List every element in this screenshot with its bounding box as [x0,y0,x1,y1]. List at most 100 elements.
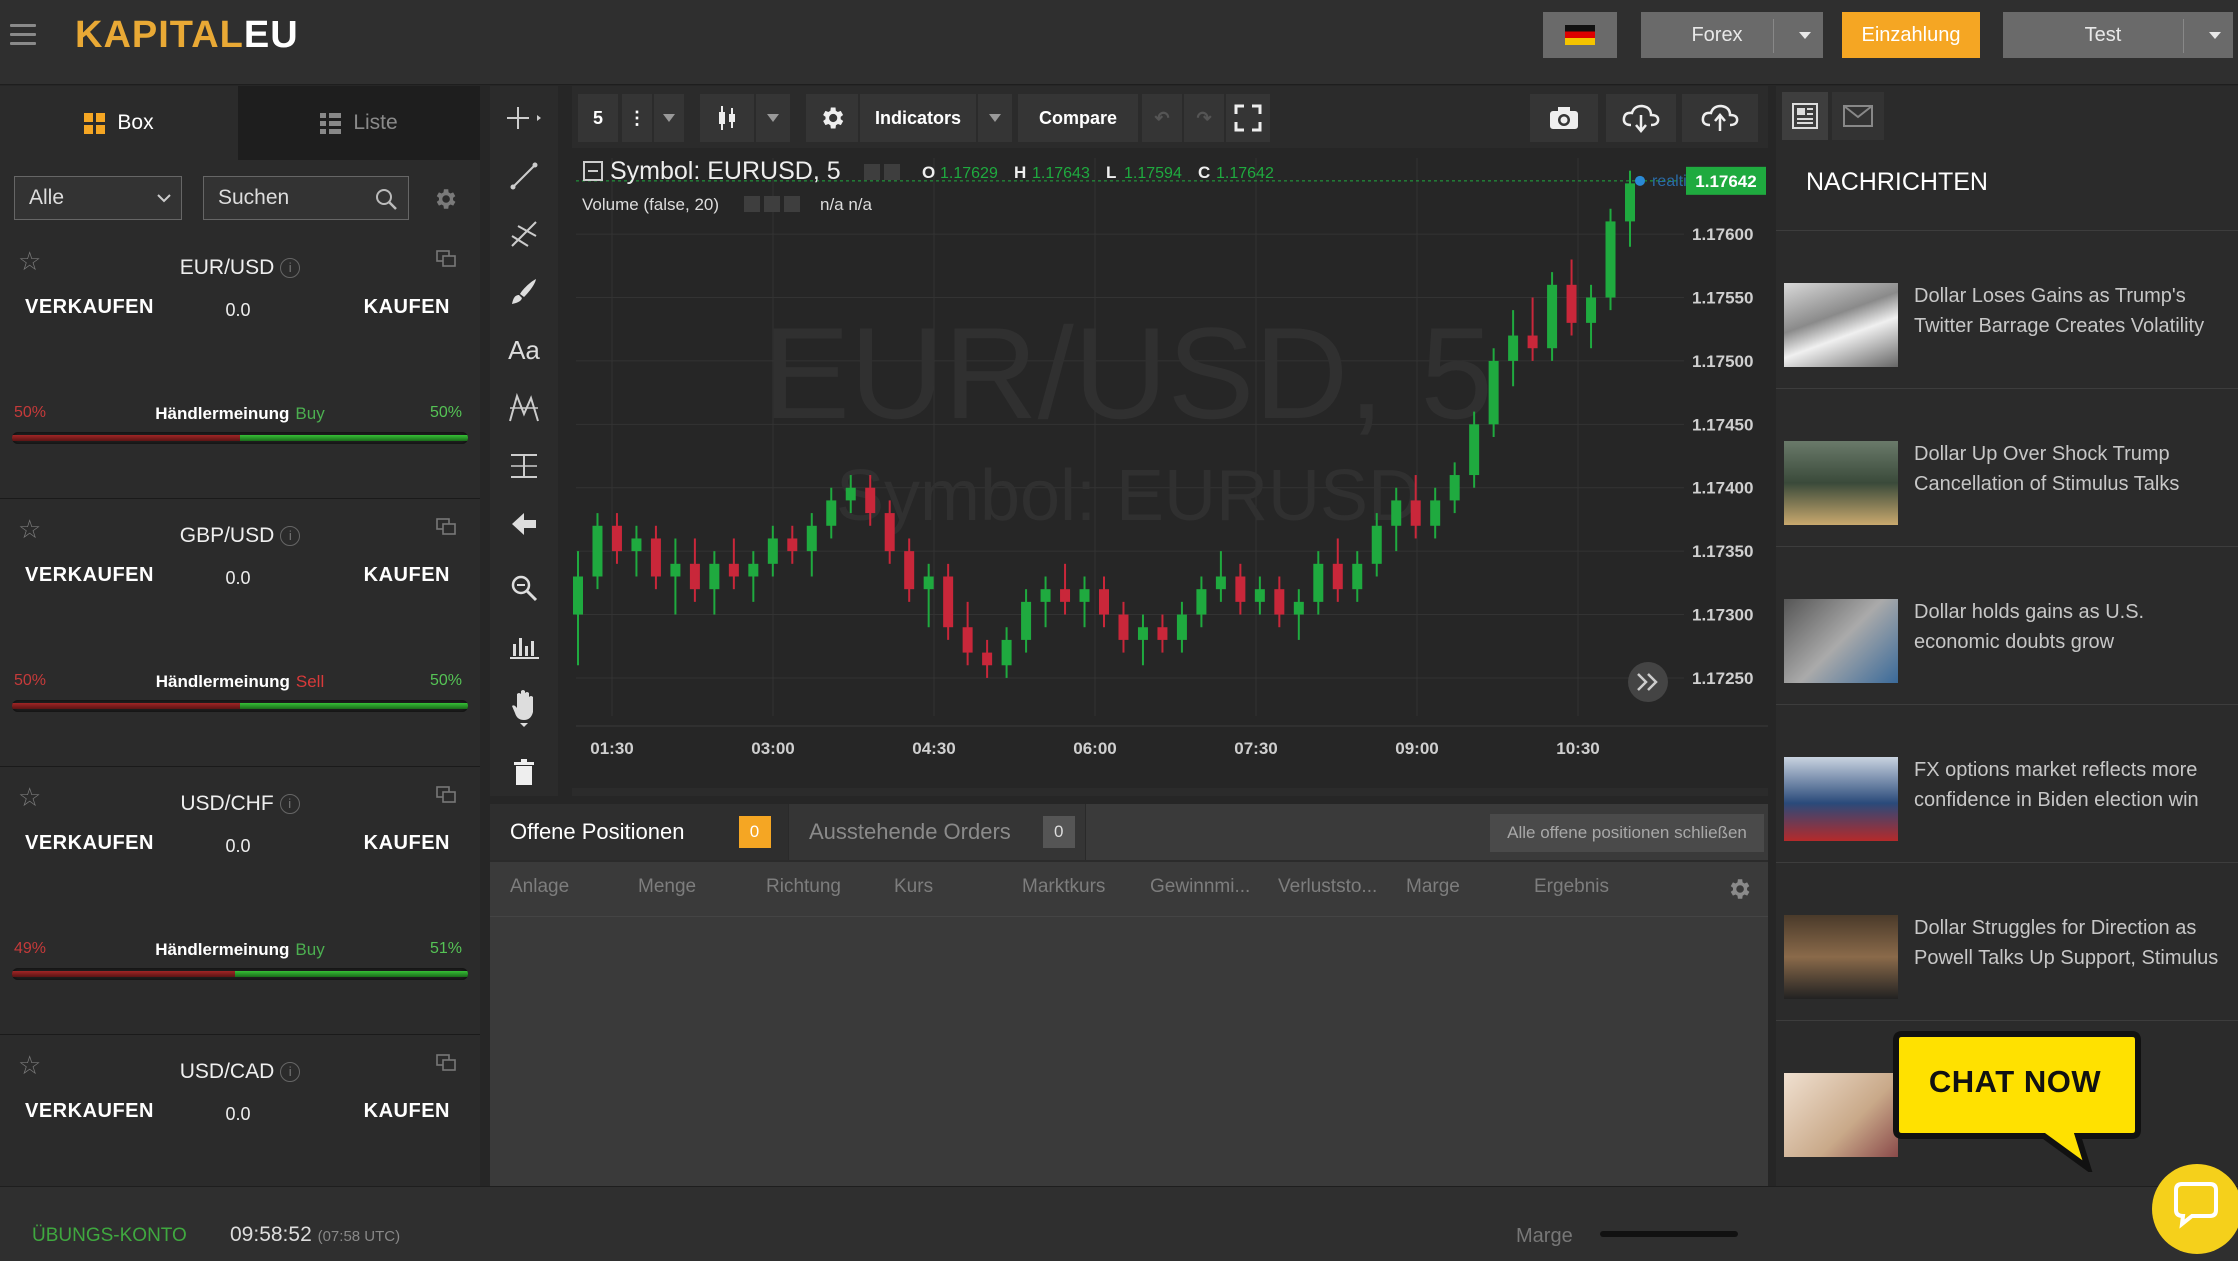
candle[interactable] [1586,297,1597,323]
tab-list[interactable]: Liste [238,86,480,160]
candle[interactable] [748,563,759,577]
column-header[interactable]: Menge [638,876,696,898]
info-icon[interactable]: i [280,526,301,546]
candle[interactable] [1001,639,1012,666]
candle[interactable] [982,652,993,666]
candle[interactable] [1235,576,1246,602]
back-tool[interactable] [490,500,558,548]
buy-button[interactable]: KAUFEN [364,296,450,319]
candle[interactable] [1118,614,1129,640]
candle[interactable] [709,563,720,590]
candle[interactable] [826,500,837,526]
compare-button[interactable]: Compare [1018,94,1138,142]
market-select[interactable]: Forex [1641,12,1823,58]
candle[interactable] [962,627,973,653]
text-tool[interactable]: Aa [490,326,558,374]
candle[interactable] [573,576,583,615]
info-icon[interactable]: i [279,794,300,814]
info-icon[interactable]: i [280,1062,301,1082]
candle[interactable] [1371,525,1382,564]
undo-button[interactable]: ↶ [1142,94,1182,142]
column-header[interactable]: Ergebnis [1534,876,1609,898]
category-filter[interactable]: Alle [14,176,182,220]
hand-tool[interactable] [490,684,558,732]
instrument-card[interactable]: ☆ USD/CAD i VERKAUFEN 0.0 KAUFEN [0,1038,480,1186]
candle[interactable] [1274,589,1285,615]
column-header[interactable]: Marktkurs [1022,876,1105,898]
news-item[interactable]: FX options market reflects more confiden… [1776,704,2238,862]
candle[interactable] [689,563,700,590]
volume-lock-icon[interactable] [764,196,780,212]
instrument-card[interactable]: ☆ USD/CHF i VERKAUFEN 0.0 KAUFEN 49% Händlermei… [0,770,480,1035]
snapshot-button[interactable] [1530,94,1598,142]
cloud-upload-button[interactable] [1682,94,1758,142]
chat-launcher[interactable] [2152,1164,2238,1254]
candle[interactable] [1099,589,1109,615]
indicators-button[interactable]: Indicators [860,94,976,142]
redo-button[interactable]: ↷ [1184,94,1224,142]
candle[interactable] [631,538,642,552]
candle[interactable] [728,563,739,577]
account-select[interactable]: Test [2003,12,2233,58]
chart-type-button[interactable] [700,94,754,142]
candle[interactable] [1508,335,1519,361]
search-input[interactable]: Suchen [203,176,409,220]
candle[interactable] [1137,627,1148,640]
column-header[interactable]: Anlage [510,876,569,898]
chart-settings-button[interactable] [806,94,858,142]
candle[interactable] [1293,601,1304,615]
candle[interactable] [943,576,954,628]
candle[interactable] [1215,576,1226,590]
legend-close-icon[interactable] [884,164,900,180]
candle[interactable] [1254,589,1265,602]
candle[interactable] [1313,563,1324,602]
candle[interactable] [1079,589,1090,602]
candle[interactable] [1352,563,1363,590]
brush-tool[interactable] [490,268,558,316]
more-menu-button[interactable]: ⋮ [622,94,652,142]
candle[interactable] [1040,589,1051,602]
news-item[interactable]: Dollar Up Over Shock Trump Cancellation … [1776,388,2238,546]
copy-icon[interactable] [436,786,456,804]
volume-settings-icon[interactable] [744,196,760,212]
candle[interactable] [787,538,798,552]
candle[interactable] [1021,601,1032,640]
column-header[interactable]: Kurs [894,876,933,898]
candle[interactable] [904,551,915,590]
candle[interactable] [1449,475,1460,501]
column-header[interactable]: Gewinnmi... [1150,876,1250,898]
candle[interactable] [1547,284,1558,349]
candle[interactable] [845,487,856,501]
tab-pending-orders[interactable]: Ausstehende Orders 0 [788,804,1086,860]
gear-icon[interactable] [1726,876,1752,902]
data-tool[interactable] [490,622,558,670]
deposit-button[interactable]: Einzahlung [1842,12,1980,58]
buy-button[interactable]: KAUFEN [364,1100,450,1123]
messages-tab[interactable] [1832,92,1884,140]
candle[interactable] [865,487,876,514]
copy-icon[interactable] [436,1054,456,1072]
candle[interactable] [1157,627,1168,640]
tab-box[interactable]: Box [0,86,238,160]
candle[interactable] [1410,500,1421,526]
copy-icon[interactable] [436,518,456,536]
delete-tool[interactable] [490,748,558,796]
instrument-card[interactable]: ☆ EUR/USD i VERKAUFEN 0.0 KAUFEN 50% Händlermei… [0,234,480,499]
candle[interactable] [767,538,778,564]
candle[interactable] [650,538,661,577]
candle[interactable] [611,525,622,552]
copy-icon[interactable] [436,250,456,268]
candle[interactable] [1566,284,1577,323]
price-chart[interactable]: EUR/USD, 5Symbol: EURUSDrealtime1.176421… [572,148,1768,788]
column-header[interactable]: Marge [1406,876,1460,898]
candle[interactable] [884,513,895,552]
volume-close-icon[interactable] [784,196,800,212]
language-button[interactable] [1543,12,1617,58]
tab-open-positions[interactable]: Offene Positionen 0 [490,804,788,860]
zoom-tool[interactable] [490,564,558,612]
news-item[interactable]: Dollar Struggles for Direction as Powell… [1776,862,2238,1020]
interval-button[interactable]: 5 [578,94,618,142]
candle[interactable] [1176,614,1187,640]
gear-icon[interactable] [432,186,458,212]
column-header[interactable]: Verluststo... [1278,876,1377,898]
